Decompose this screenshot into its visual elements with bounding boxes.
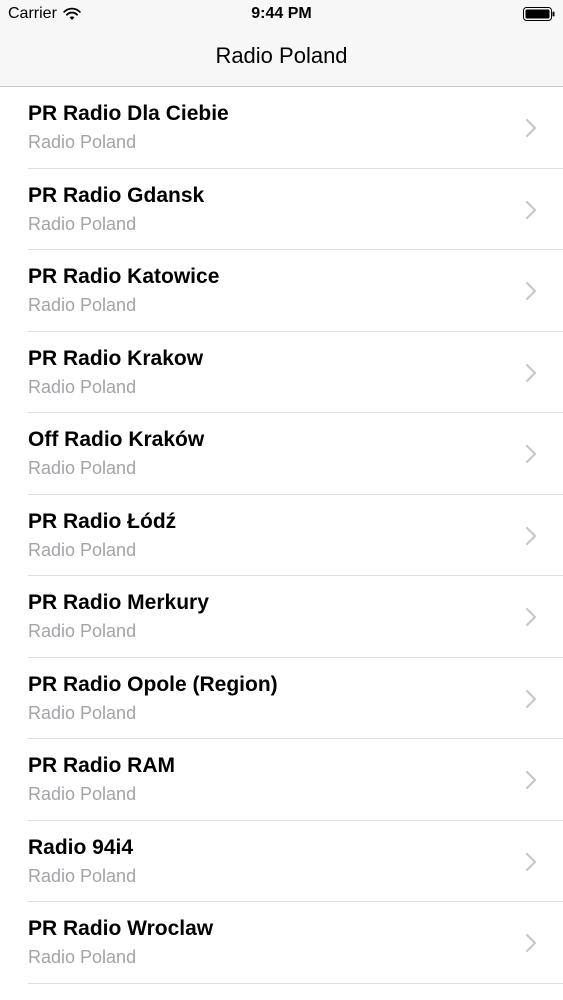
chevron-right-icon bbox=[525, 852, 537, 871]
station-name: PR Radio Gdansk bbox=[28, 183, 205, 207]
station-row[interactable]: PR Radio Łódź Radio Poland bbox=[0, 495, 563, 577]
station-row[interactable]: Radio 94i4 Radio Poland bbox=[0, 821, 563, 903]
station-name: PR Radio Krakow bbox=[28, 346, 204, 370]
station-subtitle: Radio Poland bbox=[28, 947, 137, 967]
chevron-right-icon bbox=[525, 444, 537, 464]
chevron-right-icon bbox=[525, 118, 537, 138]
station-row[interactable]: PR Radio RAM Radio Poland bbox=[0, 739, 563, 821]
chevron-right-icon bbox=[525, 281, 537, 301]
station-name: PR Radio Katowice bbox=[28, 265, 220, 288]
station-row[interactable]: PR Radio Wroclaw Radio Poland bbox=[0, 902, 563, 984]
station-subtitle: Radio Poland bbox=[28, 621, 137, 641]
station-subtitle: Radio Poland bbox=[28, 539, 137, 560]
chevron-right-icon bbox=[525, 526, 537, 545]
station-name: Radio 94i4 bbox=[28, 835, 134, 859]
status-bar: Carrier 9:44 PM bbox=[0, 0, 563, 30]
status-time: 9:44 PM bbox=[251, 5, 312, 22]
navigation-header: Carrier 9:44 PM Radio Poland bbox=[0, 0, 563, 87]
station-row[interactable]: PR Radio Merkury Radio Poland bbox=[0, 576, 563, 658]
station-list: PR Radio Dla Ciebie Radio Poland PR Radi… bbox=[0, 87, 563, 984]
chevron-right-icon bbox=[525, 200, 537, 219]
app-screen: Carrier 9:44 PM Radio Poland PR Radio Dl… bbox=[0, 0, 563, 1000]
page-title: Radio Poland bbox=[215, 43, 348, 68]
chevron-right-icon bbox=[525, 689, 537, 708]
station-name: PR Radio RAM bbox=[28, 754, 175, 777]
chevron-right-icon bbox=[525, 363, 537, 382]
station-name: Off Radio Kraków bbox=[28, 428, 205, 451]
station-row[interactable]: PR Radio Dla Ciebie Radio Poland bbox=[0, 87, 563, 169]
chevron-right-icon bbox=[525, 770, 537, 790]
station-row[interactable]: PR Radio Krakow Radio Poland bbox=[0, 332, 563, 414]
station-row[interactable]: PR Radio Gdansk Radio Poland bbox=[0, 169, 563, 251]
station-subtitle: Radio Poland bbox=[28, 458, 137, 478]
station-subtitle: Radio Poland bbox=[28, 132, 137, 152]
station-row[interactable]: PR Radio Katowice Radio Poland bbox=[0, 250, 563, 332]
station-name: PR Radio Wroclaw bbox=[28, 917, 214, 940]
station-name: PR Radio Merkury bbox=[28, 591, 209, 614]
station-subtitle: Radio Poland bbox=[28, 702, 137, 723]
station-name: PR Radio Opole (Region) bbox=[28, 672, 278, 696]
station-subtitle: Radio Poland bbox=[28, 784, 137, 804]
chevron-right-icon bbox=[525, 933, 537, 953]
station-name: PR Radio Łódź bbox=[28, 509, 177, 533]
station-name: PR Radio Dla Ciebie bbox=[28, 102, 229, 125]
station-row[interactable]: PR Radio Opole (Region) Radio Poland bbox=[0, 658, 563, 740]
chevron-right-icon bbox=[525, 607, 537, 627]
station-subtitle: Radio Poland bbox=[28, 213, 137, 234]
station-subtitle: Radio Poland bbox=[28, 376, 137, 397]
station-subtitle: Radio Poland bbox=[28, 295, 137, 315]
station-row[interactable]: Off Radio Kraków Radio Poland bbox=[0, 413, 563, 495]
station-subtitle: Radio Poland bbox=[28, 865, 137, 886]
battery-icon bbox=[523, 7, 555, 21]
